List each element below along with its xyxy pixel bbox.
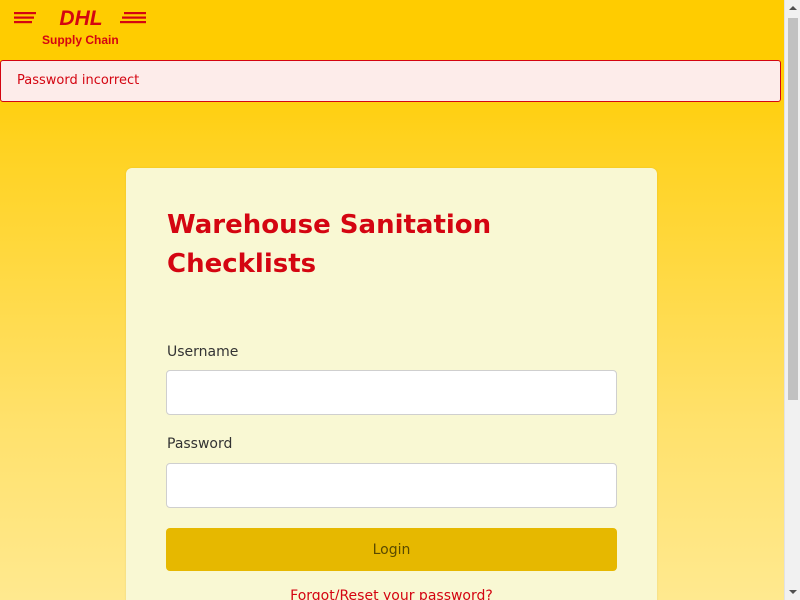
username-label: Username	[167, 344, 239, 360]
svg-text:DHL: DHL	[59, 8, 102, 28]
password-input[interactable]	[166, 463, 617, 508]
page-title: Warehouse Sanitation Checklists	[167, 210, 492, 279]
logo-subtitle: Supply Chain	[42, 33, 119, 47]
header-bar: DHL Supply Chain	[0, 0, 784, 60]
forgot-password-link[interactable]: Forgot/Reset your password?	[126, 588, 657, 600]
password-label: Password	[167, 436, 233, 452]
login-button[interactable]: Login	[166, 528, 617, 571]
vertical-scrollbar[interactable]	[784, 0, 800, 600]
dhl-logo[interactable]: DHL Supply Chain	[14, 8, 148, 50]
login-card: Warehouse Sanitation Checklists Username…	[126, 168, 657, 600]
username-input[interactable]	[166, 370, 617, 415]
error-alert: Password incorrect	[0, 60, 781, 102]
chevron-up-icon[interactable]	[785, 0, 800, 16]
scrollbar-thumb[interactable]	[788, 18, 798, 400]
chevron-down-icon[interactable]	[785, 584, 800, 600]
dhl-logo-mark: DHL	[14, 8, 146, 28]
error-message: Password incorrect	[17, 73, 140, 88]
